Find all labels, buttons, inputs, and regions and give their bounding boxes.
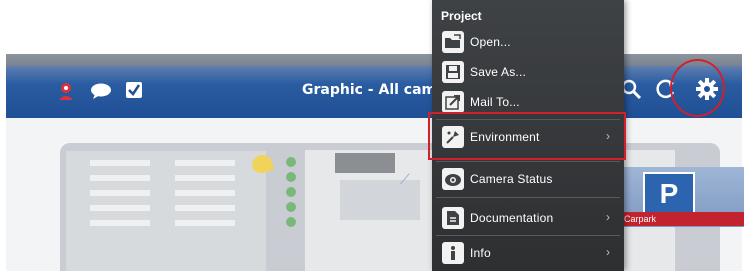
preview-list-bar [90,175,150,181]
menu-separator [436,161,620,162]
documentation-icon [442,207,464,229]
menu-item-info[interactable]: Info › [432,238,624,268]
preview-list-bar [175,205,235,211]
status-dot [286,202,296,212]
preview-list-bar [175,220,235,226]
menu-item-label: Open... [470,35,511,49]
user-icon[interactable] [56,81,76,101]
preview-list-bar [175,160,235,166]
settings-highlight-circle [670,59,725,117]
menu-item-save-as[interactable]: Save As... [432,57,624,87]
mail-to-icon [442,91,464,113]
carpark-label: Carpark [620,212,744,226]
save-icon [442,61,464,83]
menu-item-label: Save As... [470,65,527,79]
menu-item-label: Documentation [470,211,554,225]
chevron-right-icon: › [606,245,610,259]
app-toolbar: Graphic - All came [6,54,742,118]
menu-separator [436,197,620,198]
menu-item-label: Camera Status [470,172,553,186]
menu-heading: Project [441,9,482,23]
camera-status-icon [442,168,464,190]
info-icon [442,242,464,264]
status-dot [286,217,296,227]
check-icon[interactable] [125,81,143,99]
preview-list-bar [90,160,150,166]
preview-list-bar [90,205,150,211]
status-dot [286,157,296,167]
menu-item-camera-status[interactable]: Camera Status [432,164,624,194]
status-dot [286,187,296,197]
menu-item-label: Mail To... [470,95,520,109]
lasso-icon: ⟋ [400,172,410,188]
preview-list-bar [90,190,150,196]
preview-map-block [335,153,395,173]
preview-list-bar [90,220,150,226]
chat-icon[interactable] [90,82,112,100]
preview-camera-list [66,151,266,271]
preview-list-bar [175,190,235,196]
environment-highlight-box [428,112,626,160]
preview-list-bar [175,175,235,181]
parking-sign: P [643,172,695,216]
menu-separator [436,235,620,236]
menu-item-label: Info [470,246,491,260]
menu-item-documentation[interactable]: Documentation › [432,203,624,233]
menu-item-open[interactable]: Open... [432,27,624,57]
window-title: Graphic - All came [302,82,446,98]
status-dot [286,172,296,182]
folder-open-icon [442,31,464,53]
chevron-right-icon: › [606,210,610,224]
